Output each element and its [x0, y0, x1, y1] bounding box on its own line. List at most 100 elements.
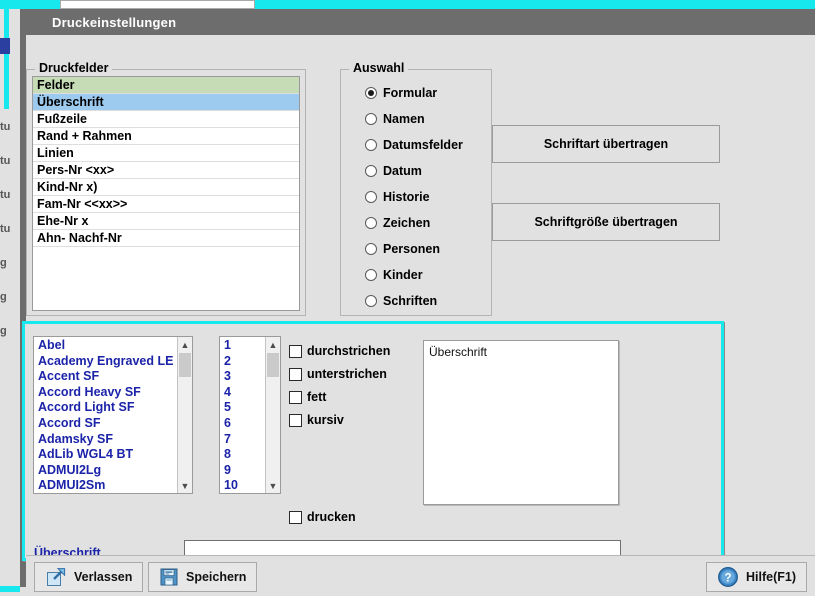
radio-icon[interactable] — [365, 269, 377, 281]
scrollbar-thumb[interactable] — [179, 353, 191, 377]
help-question-icon: ? — [717, 566, 739, 588]
list-item[interactable]: Rand + Rahmen — [33, 128, 299, 145]
list-item[interactable]: AdLib WGL4 BT — [34, 447, 177, 463]
list-item[interactable]: Accent SF — [34, 369, 177, 385]
radio-label: Datumsfelder — [383, 138, 463, 152]
radio-label: Historie — [383, 190, 430, 204]
radio-label: Schriften — [383, 294, 438, 308]
print-fields-group-label: Druckfelder — [35, 61, 113, 75]
checkbox-print[interactable]: drucken — [289, 510, 356, 524]
radio-option-formular[interactable]: Formular — [341, 80, 491, 106]
radio-icon[interactable] — [365, 217, 377, 229]
list-item[interactable]: Accord Heavy SF — [34, 385, 177, 401]
font-preview-text: Überschrift — [429, 345, 488, 359]
radio-option-datum[interactable]: Datum — [341, 158, 491, 184]
list-item[interactable]: 10 — [220, 478, 265, 493]
font-family-scrollbar[interactable]: ▲ ▼ — [177, 337, 192, 493]
leave-button[interactable]: Verlassen — [34, 562, 144, 592]
list-item[interactable]: Fam-Nr <<xx>> — [33, 196, 299, 213]
checkbox-italic[interactable]: kursiv — [289, 413, 344, 427]
dialog-titlebar: Druckeinstellungen — [26, 9, 815, 35]
checkbox-underline[interactable]: unterstrichen — [289, 367, 387, 381]
list-item[interactable]: 9 — [220, 463, 265, 479]
radio-label: Kinder — [383, 268, 423, 282]
radio-label: Zeichen — [383, 216, 431, 230]
dialog-title: Druckeinstellungen — [52, 14, 177, 30]
radio-option-zeichen[interactable]: Zeichen — [341, 210, 491, 236]
radio-option-personen[interactable]: Personen — [341, 236, 491, 262]
leave-button-label: Verlassen — [74, 570, 133, 584]
save-button[interactable]: Speichern — [148, 562, 258, 592]
list-item[interactable]: Überschrift — [33, 94, 299, 111]
background-side-text: tu tu tu tu g g g — [0, 110, 22, 530]
list-item[interactable]: 3 — [220, 369, 265, 385]
font-family-listbox[interactable]: Abel Academy Engraved LE Accent SF Accor… — [33, 336, 193, 494]
chevron-up-icon[interactable]: ▲ — [178, 337, 192, 352]
radio-option-schriften[interactable]: Schriften — [341, 288, 491, 314]
background-side-label: tu — [0, 155, 11, 167]
checkbox-icon[interactable] — [289, 367, 302, 381]
list-item[interactable]: Fußzeile — [33, 111, 299, 128]
list-item[interactable]: 6 — [220, 416, 265, 432]
checkbox-icon[interactable] — [289, 510, 302, 524]
list-item[interactable]: Ehe-Nr x — [33, 213, 299, 230]
font-family-list-items: Abel Academy Engraved LE Accent SF Accor… — [34, 337, 177, 493]
print-fields-group: Druckfelder Felder Überschrift Fußzeile … — [26, 61, 306, 316]
list-item[interactable]: Felder — [33, 77, 299, 94]
checkbox-icon[interactable] — [289, 390, 302, 404]
background-cyan-bottom-strip — [0, 586, 20, 592]
list-item[interactable]: Ahn- Nachf-Nr — [33, 230, 299, 247]
radio-label: Personen — [383, 242, 440, 256]
radio-icon[interactable] — [365, 243, 377, 255]
transfer-font-size-button[interactable]: Schriftgröße übertragen — [492, 203, 720, 241]
radio-option-historie[interactable]: Historie — [341, 184, 491, 210]
checkbox-label: drucken — [307, 510, 356, 524]
list-item[interactable]: Accord Light SF — [34, 400, 177, 416]
list-item[interactable]: Accord SF — [34, 416, 177, 432]
scrollbar-thumb[interactable] — [267, 353, 279, 377]
list-item[interactable]: ADMUI2Sm — [34, 478, 177, 493]
background-side-label: g — [0, 257, 7, 269]
list-item[interactable]: 1 — [220, 338, 265, 354]
radio-option-datumsfelder[interactable]: Datumsfelder — [341, 132, 491, 158]
list-item[interactable]: 5 — [220, 400, 265, 416]
checkbox-icon[interactable] — [289, 344, 302, 358]
print-settings-dialog: Druckeinstellungen Druckfelder Felder Üb… — [22, 9, 815, 596]
chevron-up-icon[interactable]: ▲ — [266, 337, 280, 352]
print-fields-listbox[interactable]: Felder Überschrift Fußzeile Rand + Rahme… — [32, 76, 300, 311]
radio-option-namen[interactable]: Namen — [341, 106, 491, 132]
radio-icon[interactable] — [365, 191, 377, 203]
list-item[interactable]: 7 — [220, 432, 265, 448]
checkbox-icon[interactable] — [289, 413, 302, 427]
checkbox-label: unterstrichen — [307, 367, 387, 381]
list-item[interactable]: 2 — [220, 354, 265, 370]
list-item[interactable]: Pers-Nr <xx> — [33, 162, 299, 179]
list-item[interactable]: Linien — [33, 145, 299, 162]
radio-option-kinder[interactable]: Kinder — [341, 262, 491, 288]
checkbox-bold[interactable]: fett — [289, 390, 326, 404]
help-button[interactable]: ? Hilfe(F1) — [706, 562, 807, 592]
radio-icon[interactable] — [365, 295, 377, 307]
chevron-down-icon[interactable]: ▼ — [266, 478, 280, 493]
list-item[interactable]: 4 — [220, 385, 265, 401]
floppy-disk-icon — [159, 567, 179, 587]
font-size-listbox[interactable]: 1 2 3 4 5 6 7 8 9 10 ▲ ▼ — [219, 336, 281, 494]
list-item[interactable]: Abel — [34, 338, 177, 354]
font-size-list-items: 1 2 3 4 5 6 7 8 9 10 — [220, 337, 265, 493]
background-side-label: g — [0, 291, 7, 303]
list-item[interactable]: Academy Engraved LE — [34, 354, 177, 370]
transfer-font-family-button[interactable]: Schriftart übertragen — [492, 125, 720, 163]
font-size-scrollbar[interactable]: ▲ ▼ — [265, 337, 280, 493]
radio-icon[interactable] — [365, 113, 377, 125]
list-item[interactable]: Kind-Nr x) — [33, 179, 299, 196]
radio-icon[interactable] — [365, 139, 377, 151]
background-side-label: tu — [0, 223, 11, 235]
radio-icon[interactable] — [365, 165, 377, 177]
svg-text:?: ? — [724, 573, 731, 585]
list-item[interactable]: Adamsky SF — [34, 432, 177, 448]
list-item[interactable]: 8 — [220, 447, 265, 463]
checkbox-strikethrough[interactable]: durchstrichen — [289, 344, 390, 358]
list-item[interactable]: ADMUI2Lg — [34, 463, 177, 479]
chevron-down-icon[interactable]: ▼ — [178, 478, 192, 493]
radio-icon[interactable] — [365, 87, 377, 99]
